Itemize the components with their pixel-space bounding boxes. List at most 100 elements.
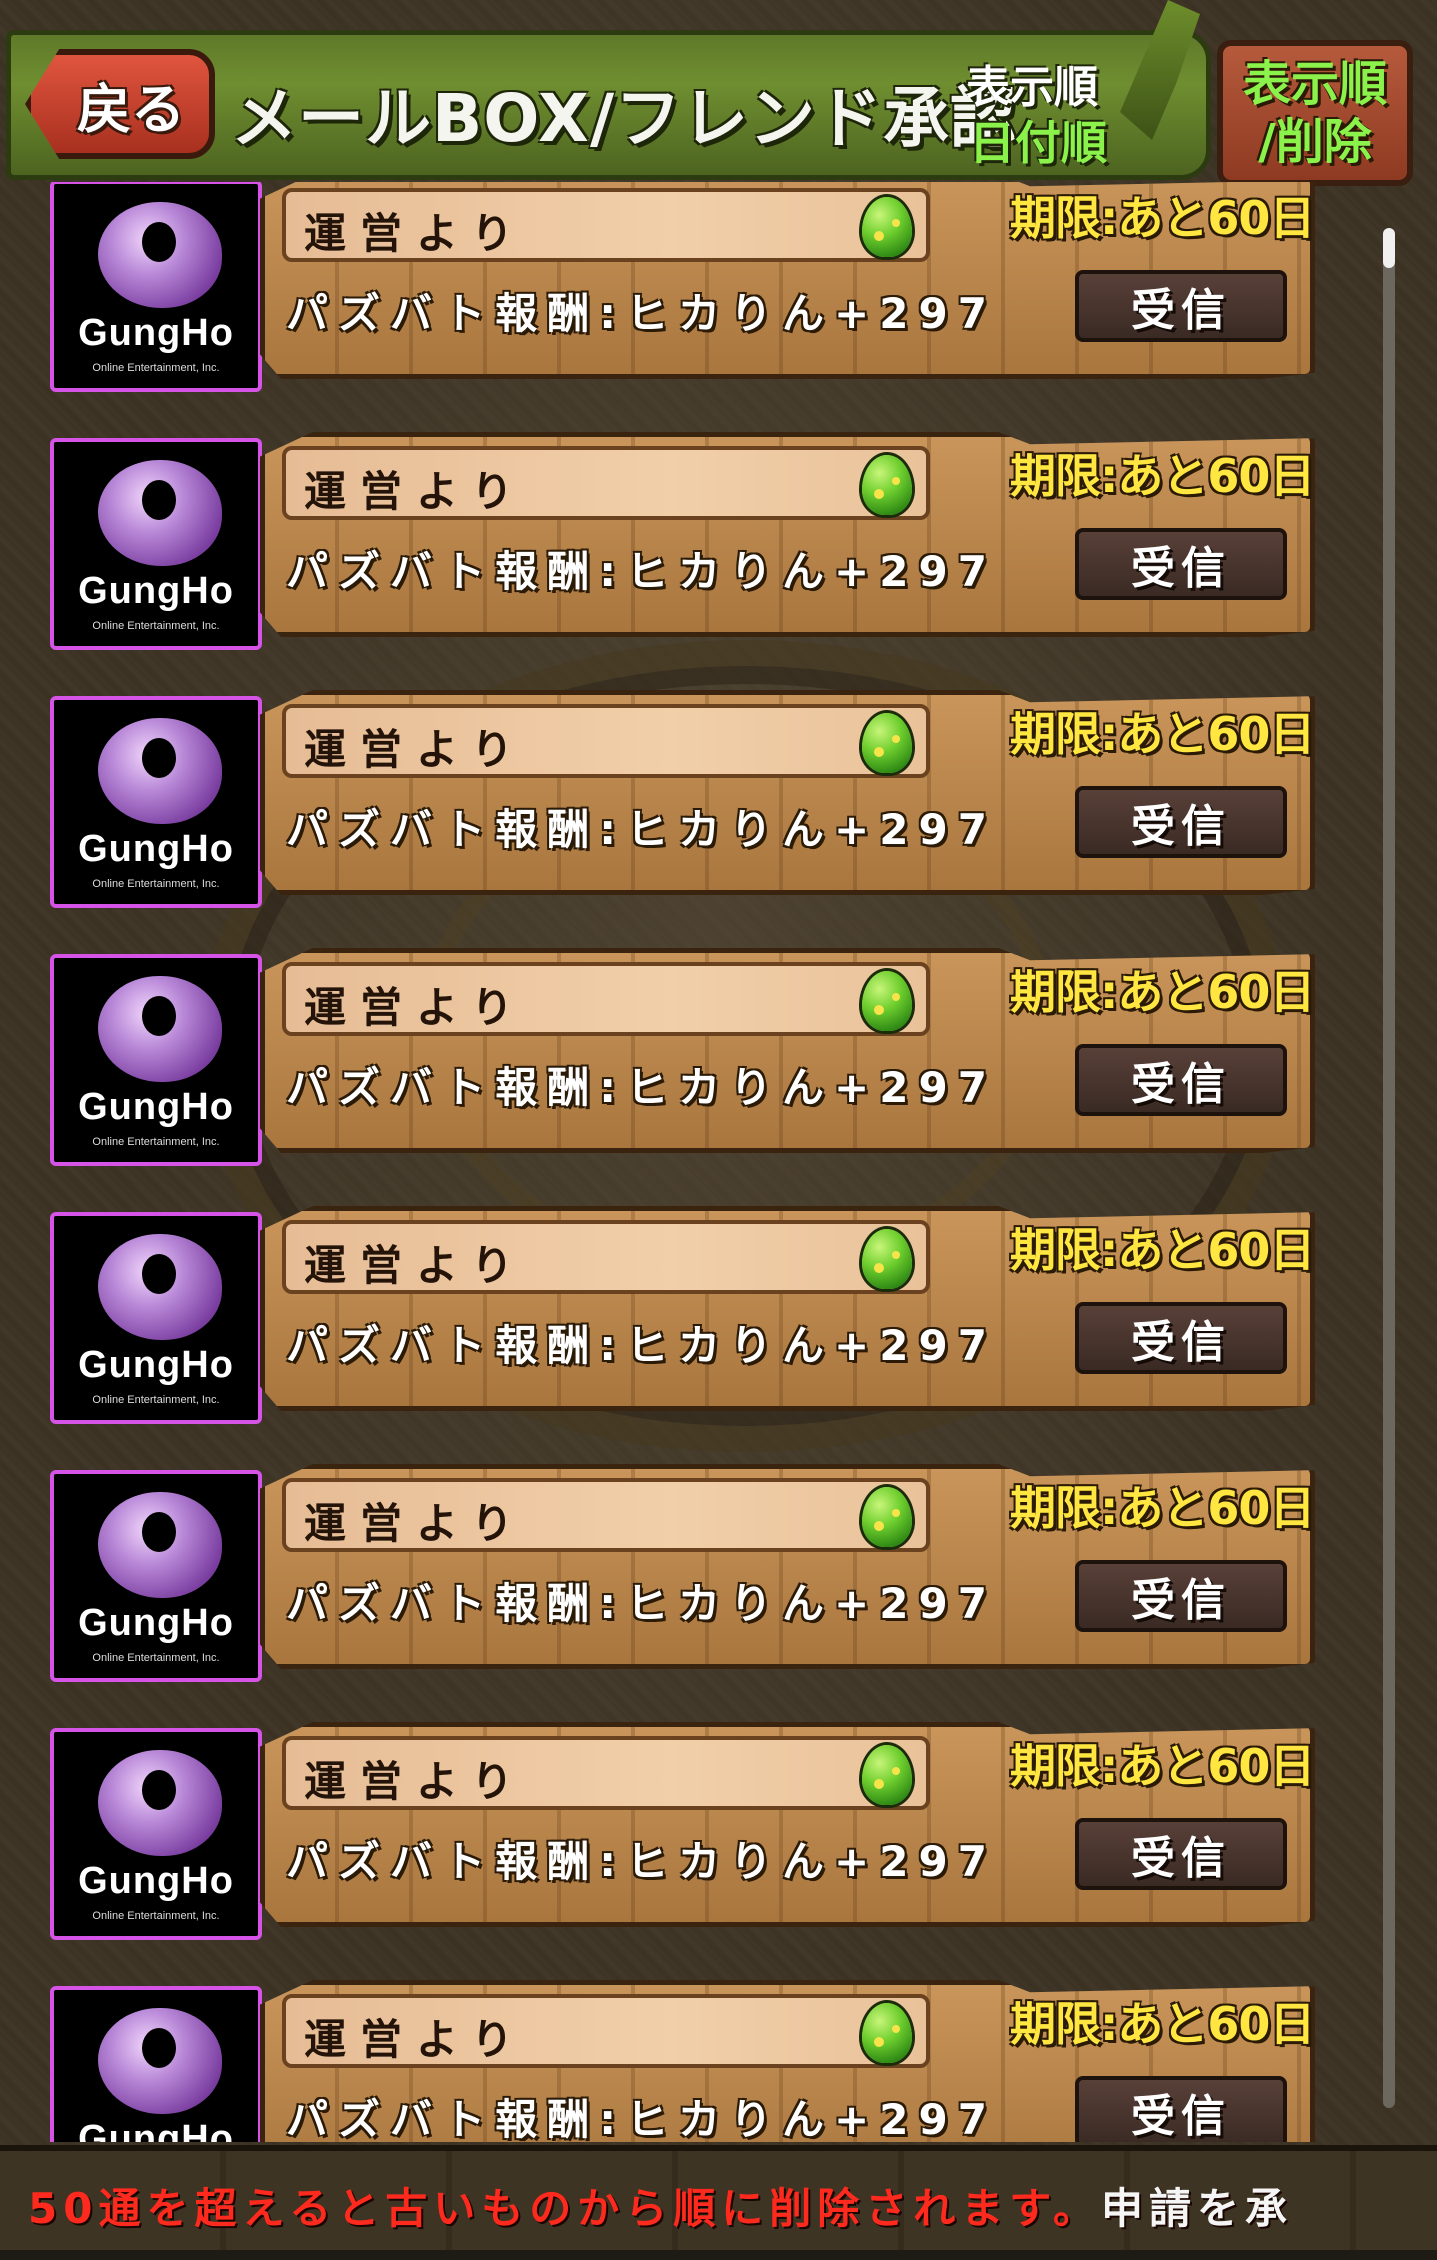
avatar-name: GungHo <box>78 1086 234 1128</box>
back-button[interactable]: 戻る <box>25 49 215 159</box>
mail-row[interactable]: GungHo Online Entertainment, Inc. 運営より 期… <box>50 948 1315 1166</box>
sort-order-value: 日付順 <box>969 116 1107 170</box>
receive-button[interactable]: 受信 <box>1075 2076 1287 2142</box>
mail-subject: 運営より <box>304 1499 528 1548</box>
mail-subject: 運営より <box>304 2015 528 2064</box>
green-egg-icon <box>862 455 912 515</box>
receive-button[interactable]: 受信 <box>1075 270 1287 342</box>
sender-avatar: GungHo Online Entertainment, Inc. <box>50 1470 262 1682</box>
mail-row[interactable]: GungHo Online Entertainment, Inc. 運営より 期… <box>50 1464 1315 1682</box>
ticker-message: 、50通を超えると古いものから順に削除されます。申請を承 <box>0 2175 1293 2236</box>
mail-deadline: 期限:あと60日 <box>1010 1223 1315 1277</box>
header-bar: 戻る メールBOX/フレンド承認 表示順 日付順 <box>6 30 1211 180</box>
mail-deadline: 期限:あと60日 <box>1010 449 1315 503</box>
green-egg-icon <box>862 1229 912 1289</box>
mail-box-screen: 戻る メールBOX/フレンド承認 表示順 日付順 表示順 /削除 GungHo … <box>0 0 1437 2260</box>
receive-button[interactable]: 受信 <box>1075 1044 1287 1116</box>
gungho-logo-icon <box>98 1492 222 1598</box>
bottom-ticker: 、50通を超えると古いものから順に削除されます。申請を承 <box>0 2145 1437 2260</box>
gungho-logo-icon <box>98 1750 222 1856</box>
mail-list[interactable]: GungHo Online Entertainment, Inc. 運営より 期… <box>0 182 1437 2142</box>
sender-avatar: GungHo Online Entertainment, Inc. <box>50 182 262 392</box>
mail-subject: 運営より <box>304 209 528 258</box>
mail-row[interactable]: GungHo Online Entertainment, Inc. 運営より 期… <box>50 1722 1315 1940</box>
subject-bar: 運営より <box>282 1736 930 1810</box>
sender-avatar: GungHo Online Entertainment, Inc. <box>50 1728 262 1940</box>
mail-reward: パズバト報酬:ヒカりん+297 <box>286 1321 997 1370</box>
subject-bar: 運営より <box>282 446 930 520</box>
mail-deadline: 期限:あと60日 <box>1010 191 1315 245</box>
bottom-edge <box>0 2250 1437 2260</box>
avatar-subtitle: Online Entertainment, Inc. <box>92 1394 220 1406</box>
receive-button[interactable]: 受信 <box>1075 1560 1287 1632</box>
subject-bar: 運営より <box>282 188 930 262</box>
avatar-subtitle: Online Entertainment, Inc. <box>92 1652 220 1664</box>
mail-row[interactable]: GungHo Online Entertainment, Inc. 運営より 期… <box>50 1980 1315 2142</box>
mail-deadline: 期限:あと60日 <box>1010 965 1315 1019</box>
subject-bar: 運営より <box>282 704 930 778</box>
mail-reward: パズバト報酬:ヒカりん+297 <box>286 1063 997 1112</box>
avatar-name: GungHo <box>78 2118 234 2142</box>
avatar-subtitle: Online Entertainment, Inc. <box>92 878 220 890</box>
sender-avatar: GungHo Online Entertainment, Inc. <box>50 1986 262 2142</box>
avatar-name: GungHo <box>78 1860 234 1902</box>
gungho-logo-icon <box>98 202 222 308</box>
mail-deadline: 期限:あと60日 <box>1010 1481 1315 1535</box>
mail-row[interactable]: GungHo Online Entertainment, Inc. 運営より 期… <box>50 432 1315 650</box>
mail-reward: パズバト報酬:ヒカりん+297 <box>286 805 997 854</box>
sender-avatar: GungHo Online Entertainment, Inc. <box>50 696 262 908</box>
ticker-white-text: 申請を承 <box>1101 2184 1294 2233</box>
gungho-logo-icon <box>98 1234 222 1340</box>
mail-subject: 運営より <box>304 467 528 516</box>
green-egg-icon <box>862 197 912 257</box>
green-egg-icon <box>862 713 912 773</box>
sender-avatar: GungHo Online Entertainment, Inc. <box>50 954 262 1166</box>
avatar-subtitle: Online Entertainment, Inc. <box>92 620 220 632</box>
gungho-logo-icon <box>98 2008 222 2114</box>
avatar-name: GungHo <box>78 1344 234 1386</box>
scrollbar[interactable] <box>1383 228 1395 2108</box>
mail-deadline: 期限:あと60日 <box>1010 1997 1315 2051</box>
ticker-red-text: 、50通を超えると古いものから順に削除されます。 <box>0 2184 1101 2233</box>
green-egg-icon <box>862 1487 912 1547</box>
sort-delete-button[interactable]: 表示順 /削除 <box>1217 40 1413 186</box>
scrollbar-thumb[interactable] <box>1383 228 1395 268</box>
avatar-subtitle: Online Entertainment, Inc. <box>92 362 220 374</box>
avatar-subtitle: Online Entertainment, Inc. <box>92 1910 220 1922</box>
avatar-subtitle: Online Entertainment, Inc. <box>92 1136 220 1148</box>
receive-button[interactable]: 受信 <box>1075 786 1287 858</box>
mail-reward: パズバト報酬:ヒカりん+297 <box>286 547 997 596</box>
mail-subject: 運営より <box>304 725 528 774</box>
sender-avatar: GungHo Online Entertainment, Inc. <box>50 1212 262 1424</box>
page-title: メールBOX/フレンド承認 <box>231 80 1018 157</box>
sort-delete-label-line1: 表示順 <box>1242 56 1387 112</box>
subject-bar: 運営より <box>282 1478 930 1552</box>
receive-button[interactable]: 受信 <box>1075 1302 1287 1374</box>
receive-button[interactable]: 受信 <box>1075 1818 1287 1890</box>
mail-deadline: 期限:あと60日 <box>1010 1739 1315 1793</box>
mail-subject: 運営より <box>304 1757 528 1806</box>
gungho-logo-icon <box>98 718 222 824</box>
subject-bar: 運営より <box>282 962 930 1036</box>
mail-row[interactable]: GungHo Online Entertainment, Inc. 運営より 期… <box>50 1206 1315 1424</box>
mail-reward: パズバト報酬:ヒカりん+297 <box>286 1579 997 1628</box>
avatar-name: GungHo <box>78 570 234 612</box>
receive-button[interactable]: 受信 <box>1075 528 1287 600</box>
gungho-logo-icon <box>98 976 222 1082</box>
green-egg-icon <box>862 971 912 1031</box>
gungho-logo-icon <box>98 460 222 566</box>
mail-row[interactable]: GungHo Online Entertainment, Inc. 運営より 期… <box>50 690 1315 908</box>
avatar-name: GungHo <box>78 828 234 870</box>
sort-order-label: 表示順 <box>966 62 1098 113</box>
mail-deadline: 期限:あと60日 <box>1010 707 1315 761</box>
subject-bar: 運営より <box>282 1220 930 1294</box>
green-egg-icon <box>862 2003 912 2063</box>
mail-reward: パズバト報酬:ヒカりん+297 <box>286 289 997 338</box>
mail-reward: パズバト報酬:ヒカりん+297 <box>286 1837 997 1886</box>
sender-avatar: GungHo Online Entertainment, Inc. <box>50 438 262 650</box>
avatar-name: GungHo <box>78 1602 234 1644</box>
sort-delete-label-line2: /削除 <box>1258 114 1372 170</box>
mail-reward: パズバト報酬:ヒカりん+297 <box>286 2095 997 2142</box>
mail-row[interactable]: GungHo Online Entertainment, Inc. 運営より 期… <box>50 182 1315 392</box>
mail-subject: 運営より <box>304 1241 528 1290</box>
